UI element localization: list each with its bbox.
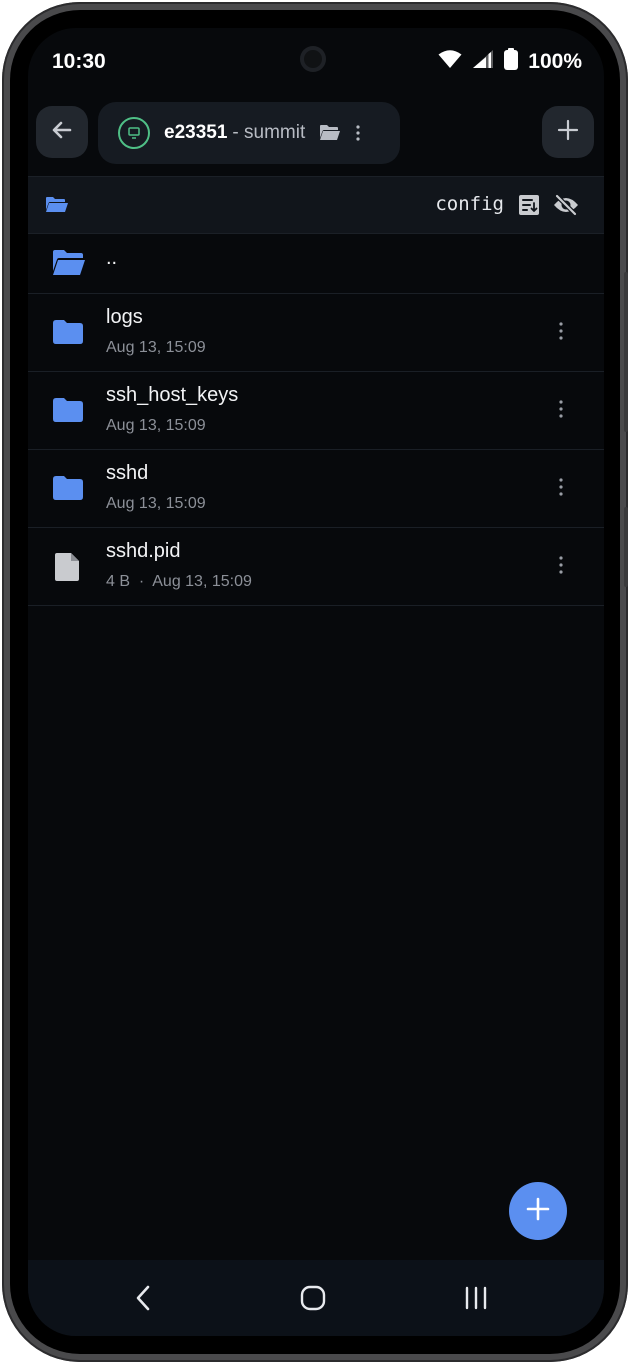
nav-recents-icon[interactable] (463, 1285, 489, 1316)
power-button (624, 507, 628, 587)
add-button[interactable] (509, 1182, 567, 1240)
screen: 10:30 100% e23351 - summit config .. log… (28, 28, 604, 1336)
list-item[interactable]: sshd Aug 13, 15:09 (28, 450, 604, 528)
visibility-off-icon[interactable] (553, 194, 579, 221)
nav-back-icon[interactable] (132, 1284, 154, 1317)
more-vertical-icon[interactable] (558, 555, 564, 580)
folder-icon (52, 397, 84, 428)
tab-menu-button[interactable] (355, 124, 361, 142)
file-name: .. (106, 247, 118, 269)
status-icons: 100% (438, 48, 582, 76)
file-icon (54, 552, 80, 587)
battery-percent: 100% (528, 50, 582, 73)
file-list: .. logs Aug 13, 15:09 ssh_host_keys Aug … (28, 233, 604, 606)
top-bar: e23351 - summit (28, 102, 604, 164)
list-item[interactable]: logs Aug 13, 15:09 (28, 294, 604, 372)
battery-icon (504, 48, 519, 76)
file-name: sshd.pid (106, 540, 181, 562)
folder-open-icon[interactable] (45, 196, 69, 219)
list-item[interactable]: sshd.pid 4 B · Aug 13, 15:09 (28, 528, 604, 606)
current-path[interactable]: config (435, 193, 504, 215)
tab-subtitle: - summit (232, 122, 306, 143)
host-icon (118, 117, 150, 149)
tab-host-title: e23351 (164, 122, 228, 143)
back-button[interactable] (36, 106, 88, 158)
parent-directory-row[interactable]: .. (28, 233, 604, 294)
path-bar: config (28, 176, 604, 234)
file-name: sshd (106, 462, 149, 484)
status-time: 10:30 (52, 50, 106, 73)
cellular-signal-icon (472, 49, 494, 75)
folder-icon (52, 475, 84, 506)
file-meta: Aug 13, 15:09 (106, 417, 206, 434)
system-nav-bar (28, 1260, 604, 1336)
folder-open-icon (319, 124, 341, 142)
wifi-icon (438, 49, 462, 75)
file-meta: Aug 13, 15:09 (106, 339, 206, 356)
arrow-left-icon (50, 118, 74, 147)
more-vertical-icon[interactable] (558, 321, 564, 346)
nav-home-icon[interactable] (300, 1284, 326, 1317)
list-item[interactable]: ssh_host_keys Aug 13, 15:09 (28, 372, 604, 450)
session-tab[interactable]: e23351 - summit (98, 102, 400, 164)
folder-icon (52, 319, 84, 350)
sort-icon[interactable] (518, 194, 540, 221)
more-vertical-icon[interactable] (558, 477, 564, 502)
volume-button (624, 272, 628, 432)
front-camera (300, 46, 326, 72)
file-meta: Aug 13, 15:09 (106, 495, 206, 512)
plus-icon (556, 118, 580, 147)
file-name: ssh_host_keys (106, 384, 239, 406)
new-tab-button[interactable] (542, 106, 594, 158)
more-vertical-icon[interactable] (558, 399, 564, 424)
status-bar: 10:30 100% (28, 28, 604, 94)
file-name: logs (106, 306, 143, 328)
plus-icon (525, 1196, 551, 1227)
file-meta: 4 B · Aug 13, 15:09 (106, 573, 252, 590)
folder-open-icon (52, 249, 86, 282)
